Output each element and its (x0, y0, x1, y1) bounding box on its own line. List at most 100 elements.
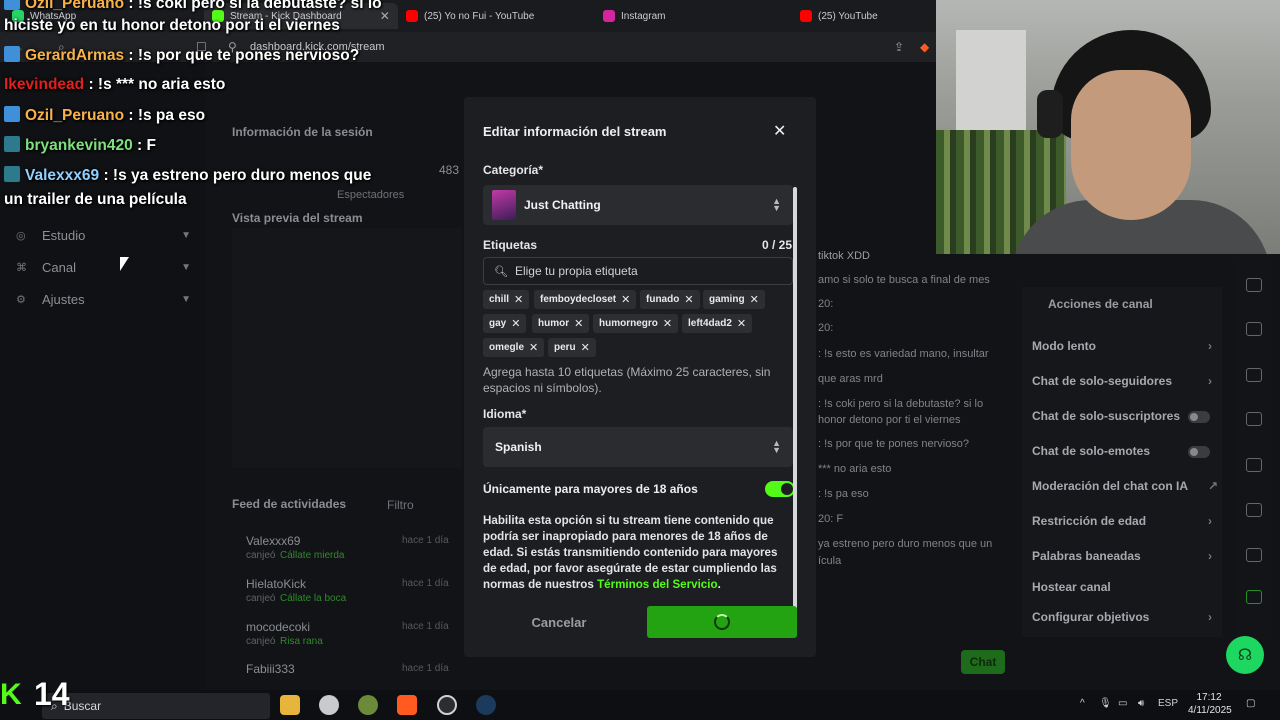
remove-tag-icon[interactable]: ✕ (621, 293, 630, 306)
nodes-icon[interactable] (1246, 548, 1262, 562)
action-followers-only[interactable]: Chat de solo-seguidores › (1032, 374, 1212, 388)
chevron-down-icon: ▼ (181, 230, 191, 241)
chevron-down-icon: ▼ (181, 294, 191, 305)
gear-icon: ⚙ (16, 294, 26, 306)
brave-icon[interactable] (397, 695, 417, 715)
cancel-button[interactable]: Cancelar (504, 606, 614, 638)
send-chat-button[interactable]: Chat (961, 650, 1005, 674)
taskbar-search[interactable]: ⌕ Buscar (42, 693, 270, 719)
tag-chip[interactable]: humornegro ✕ (593, 314, 679, 333)
support-headset-icon[interactable]: ☊ (1226, 636, 1264, 674)
remove-tag-icon[interactable]: ✕ (511, 317, 520, 330)
action-goals[interactable]: Configurar objetivos › (1032, 610, 1212, 624)
tag-search-input[interactable]: 🔍︎ Elige tu propia etiqueta (483, 257, 793, 285)
tag-chip[interactable]: peru ✕ (548, 338, 596, 357)
tag-chip[interactable]: omegle ✕ (483, 338, 545, 357)
microphone-icon[interactable]: 🎙︎ (1099, 698, 1112, 709)
chat-line: honor detono por ti el viernes (818, 414, 961, 426)
tab-label: Instagram (621, 10, 666, 22)
action-subscribers-only[interactable]: Chat de solo-suscriptores (1032, 409, 1180, 423)
remove-tag-icon[interactable]: ✕ (529, 341, 538, 354)
chevron-down-icon: ▼ (181, 262, 191, 273)
notifications-icon[interactable]: ▢ (1246, 698, 1255, 709)
sidebar-item-ajustes[interactable]: ⚙ Ajustes ▼ (16, 292, 191, 307)
action-age-restriction[interactable]: Restricción de edad › (1032, 514, 1212, 528)
remove-tag-icon[interactable]: ✕ (684, 293, 693, 306)
tag-chip[interactable]: left4dad2 ✕ (682, 314, 753, 333)
subscribers-only-toggle[interactable] (1188, 411, 1210, 423)
tab-youtube-yo-no-fui[interactable]: (25) Yo no Fui - YouTube (406, 6, 534, 26)
brave-icon[interactable]: ◆ (920, 40, 929, 54)
terms-of-service-link[interactable]: Términos del Servicio (597, 578, 718, 591)
chat-icon[interactable] (1246, 368, 1262, 382)
share-icon[interactable]: ⇪ (894, 40, 904, 54)
sidebar-item-estudio[interactable]: ◎ Estudio ▼ (16, 228, 191, 243)
modal-scrollbar[interactable] (793, 187, 797, 627)
broadcast-icon[interactable] (1246, 412, 1262, 426)
clock-date: 4/11/2025 (1188, 705, 1232, 716)
remove-tag-icon[interactable]: ✕ (663, 317, 672, 330)
emotes-only-toggle[interactable] (1188, 446, 1210, 458)
volume-icon[interactable]: 🔊︎ (1138, 698, 1144, 709)
select-arrows-icon: ▲ ▼ (772, 438, 781, 455)
close-icon[interactable]: ✕ (773, 121, 786, 141)
tab-instagram[interactable]: Instagram (603, 6, 665, 26)
viewers-count: 483 (439, 163, 460, 177)
tray-chevron-icon[interactable]: ^ (1080, 698, 1085, 709)
tag-chip[interactable]: chill ✕ (483, 290, 530, 309)
category-label: Categoría* (483, 163, 544, 177)
steam-icon[interactable] (476, 695, 496, 715)
action-label: Chat de solo-emotes (1032, 444, 1151, 458)
activity-time: hace 1 día (402, 578, 449, 589)
save-button[interactable] (647, 606, 797, 638)
chevron-right-icon: › (1208, 610, 1212, 624)
chat-line: 20: (818, 298, 834, 310)
app-icon[interactable] (358, 695, 378, 715)
chat-line: : !s pa eso (818, 488, 869, 500)
youtube-icon (800, 10, 812, 22)
tag-label: gaming (709, 294, 745, 305)
activity-user: Fabiii333 (246, 662, 295, 676)
network-icon[interactable]: ▭ (1118, 698, 1127, 709)
remove-tag-icon[interactable]: ✕ (750, 293, 759, 306)
action-host-channel[interactable]: Hostear canal (1032, 580, 1111, 594)
wrench-icon[interactable] (1246, 503, 1262, 517)
file-explorer-icon[interactable] (280, 695, 300, 715)
tab-label: (25) YouTube (818, 10, 878, 22)
channel-actions-title: Acciones de canal (1048, 297, 1153, 311)
input-language[interactable]: ESP (1158, 698, 1178, 709)
remove-tag-icon[interactable]: ✕ (737, 317, 746, 330)
chat-line: tiktok XDD (818, 250, 870, 262)
tags-label: Etiquetas (483, 238, 538, 252)
tag-chip[interactable]: femboydecloset ✕ (534, 290, 637, 309)
taskbar-clock[interactable]: 17:12 4/11/2025 (1188, 691, 1232, 717)
tag-chip[interactable]: humor ✕ (532, 314, 590, 333)
action-banned-words[interactable]: Palabras baneadas › (1032, 549, 1212, 563)
action-emotes-only[interactable]: Chat de solo-emotes (1032, 444, 1150, 458)
security-shield-icon[interactable] (319, 695, 339, 715)
sidebar-item-canal[interactable]: ⌘ Canal ▼ (16, 260, 191, 275)
action-label: Configurar objetivos (1032, 610, 1150, 624)
category-value: Just Chatting (524, 198, 601, 212)
language-select[interactable]: Spanish ▲ ▼ (483, 427, 793, 467)
tag-chip[interactable]: gaming ✕ (703, 290, 765, 309)
tag-label: funado (646, 294, 680, 305)
action-slow-mode[interactable]: Modo lento › (1032, 339, 1212, 353)
remove-tag-icon[interactable]: ✕ (574, 317, 583, 330)
tag-label: peru (554, 342, 576, 353)
mature-content-toggle[interactable] (765, 481, 795, 497)
tab-youtube[interactable]: (25) YouTube (800, 6, 878, 26)
tag-chip[interactable]: gay ✕ (483, 314, 527, 333)
layers-icon[interactable] (1246, 458, 1262, 472)
tag-chip[interactable]: funado ✕ (640, 290, 700, 309)
document-icon[interactable] (1246, 322, 1262, 336)
activity-filter[interactable]: Filtro (387, 498, 414, 512)
remove-tag-icon[interactable]: ✕ (514, 293, 523, 306)
category-select[interactable]: Just Chatting ▲ ▼ (483, 185, 793, 225)
bolt-icon[interactable] (1246, 278, 1262, 292)
remove-tag-icon[interactable]: ✕ (581, 341, 590, 354)
grid-icon[interactable] (1246, 590, 1262, 604)
sidebar-item-label: Canal (42, 260, 76, 275)
obs-icon[interactable] (437, 695, 457, 715)
action-ai-moderation[interactable]: Moderación del chat con IA ↗ (1032, 479, 1218, 493)
